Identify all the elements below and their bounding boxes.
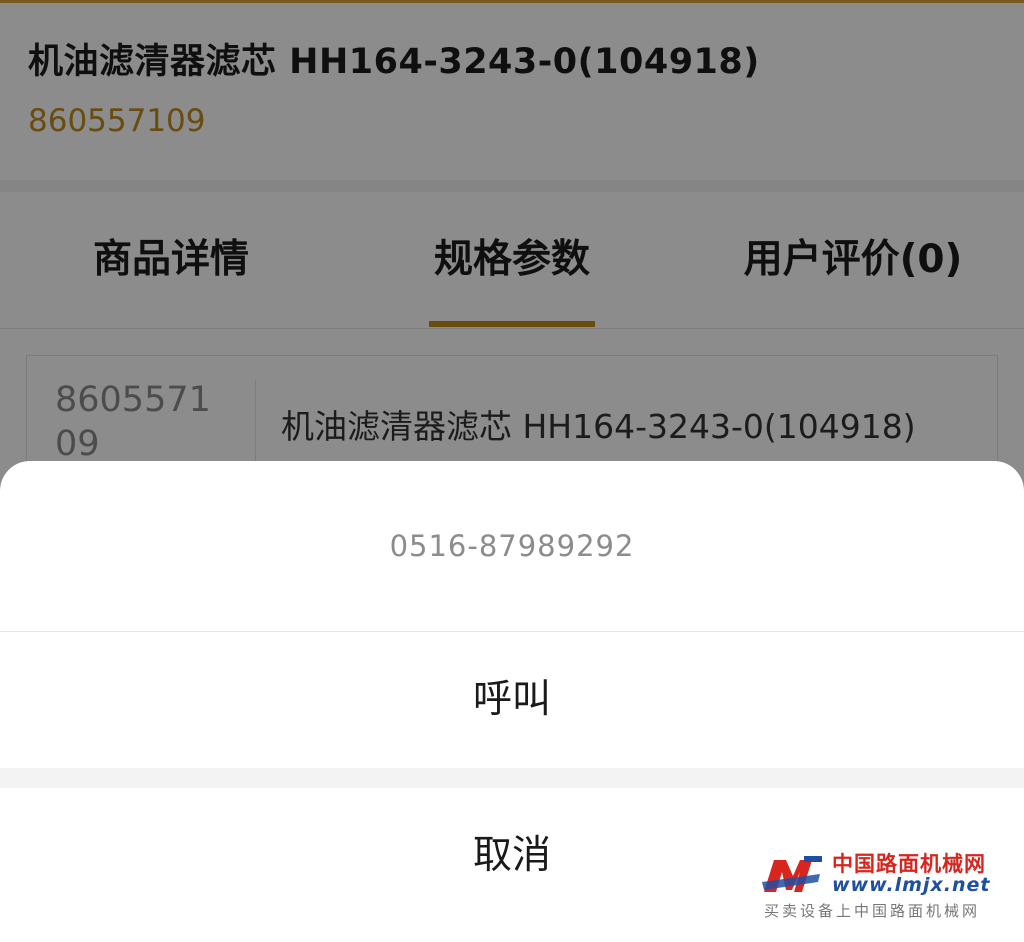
lmjx-logo-icon <box>762 856 822 892</box>
call-button[interactable]: 呼叫 <box>0 632 1024 768</box>
watermark-url: www.lmjx.net <box>832 874 991 896</box>
site-watermark: 中国路面机械网 www.lmjx.net 买卖设备上中国路面机械网 <box>760 846 1016 922</box>
phone-number: 0516-87989292 <box>389 529 635 563</box>
app-screen: 机油滤清器滤芯 HH164-3243-0(104918) 860557109 商… <box>0 0 1024 942</box>
watermark-slogan: 买卖设备上中国路面机械网 <box>764 902 981 920</box>
sheet-gap <box>0 768 1024 788</box>
